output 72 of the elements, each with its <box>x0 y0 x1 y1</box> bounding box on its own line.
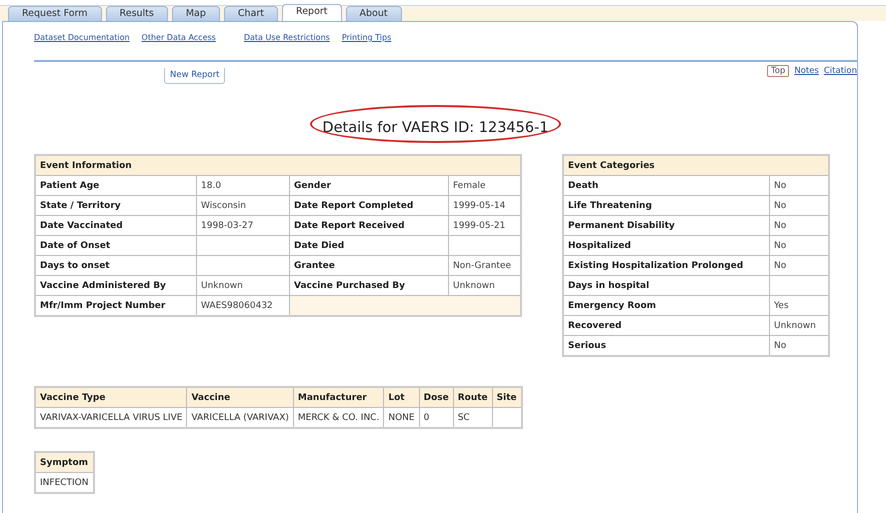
field-label: Mfr/Imm Project Number <box>40 300 166 310</box>
new-report-button[interactable]: New Report <box>164 68 226 84</box>
table-title: Event Categories <box>568 160 655 170</box>
field-value: 18.0 <box>201 180 222 190</box>
column-header: Vaccine <box>191 392 230 402</box>
field-value: WAES98060432 <box>201 300 273 310</box>
table-cell: VARIVAX-VARICELLA VIRUS LIVE <box>40 412 182 422</box>
field-value: No <box>774 260 786 270</box>
field-label: Permanent Disability <box>568 220 675 230</box>
link[interactable]: Notes <box>794 66 819 76</box>
field-value: Unknown <box>201 280 243 290</box>
field-value: Unknown <box>774 320 816 330</box>
tab[interactable]: Report <box>282 4 342 21</box>
field-value: No <box>774 180 786 190</box>
column-header: Symptom <box>40 458 88 468</box>
field-label: State / Territory <box>40 200 121 210</box>
field-label: Life Threatening <box>568 200 652 210</box>
field-label: Date Vaccinated <box>40 220 123 230</box>
field-value: Unknown <box>453 280 495 290</box>
column-header: Vaccine Type <box>40 392 106 402</box>
table-cell: VARICELLA (VARIVAX) <box>191 412 289 422</box>
field-value: No <box>774 200 786 210</box>
column-header: Route <box>458 392 488 402</box>
field-label: Days in hospital <box>568 280 650 290</box>
field-value: 1998-03-27 <box>201 220 254 230</box>
table-cell: INFECTION <box>40 478 89 488</box>
column-header: Lot <box>388 392 405 402</box>
field-label: Date of Onset <box>40 240 110 250</box>
field-label: Grantee <box>294 260 335 270</box>
tab[interactable]: Map <box>172 6 220 21</box>
tab[interactable]: Request Form <box>8 6 102 21</box>
link[interactable]: Data Use Restrictions <box>244 33 330 50</box>
column-header: Manufacturer <box>298 392 367 402</box>
field-value: Non-Grantee <box>453 260 512 270</box>
field-label: Days to onset <box>40 260 110 270</box>
field-value: No <box>774 340 786 350</box>
link[interactable]: Other Data Access <box>142 33 216 50</box>
column-header: Site <box>496 392 517 402</box>
link[interactable]: Dataset Documentation <box>34 33 130 50</box>
link[interactable]: Citation <box>824 66 857 76</box>
table-cell: 0 <box>424 412 430 422</box>
field-label: Gender <box>294 180 331 190</box>
field-label: Death <box>568 180 598 190</box>
tab[interactable]: About <box>346 6 402 21</box>
table-title: Event Information <box>40 160 132 170</box>
field-label: Recovered <box>568 320 622 330</box>
tab[interactable]: Results <box>106 6 168 21</box>
column-header: Dose <box>424 392 449 402</box>
field-label: Serious <box>568 340 606 350</box>
link[interactable]: Top <box>766 65 790 77</box>
field-value: No <box>774 220 786 230</box>
field-value: Female <box>453 180 486 190</box>
field-value: 1999-05-14 <box>453 200 506 210</box>
field-label: Patient Age <box>40 180 100 190</box>
field-label: Date Report Received <box>294 220 405 230</box>
field-value: Wisconsin <box>201 200 246 210</box>
field-label: Date Died <box>294 240 344 250</box>
field-label: Vaccine Purchased By <box>294 280 405 290</box>
page-title: Details for VAERS ID: 123456-1 <box>322 120 549 136</box>
field-value: No <box>774 240 786 250</box>
field-value: 1999-05-21 <box>453 220 506 230</box>
table-cell: NONE <box>388 412 415 422</box>
link[interactable]: Printing Tips <box>342 33 392 50</box>
field-label: Emergency Room <box>568 300 656 310</box>
table-cell: MERCK & CO. INC. <box>298 412 380 422</box>
tab[interactable]: Chart <box>224 6 278 21</box>
field-value: Yes <box>774 300 789 310</box>
field-label: Vaccine Administered By <box>40 280 166 290</box>
field-label: Date Report Completed <box>294 200 414 210</box>
table-cell: SC <box>458 412 470 422</box>
field-label: Existing Hospitalization Prolonged <box>568 260 744 270</box>
field-label: Hospitalized <box>568 240 631 250</box>
